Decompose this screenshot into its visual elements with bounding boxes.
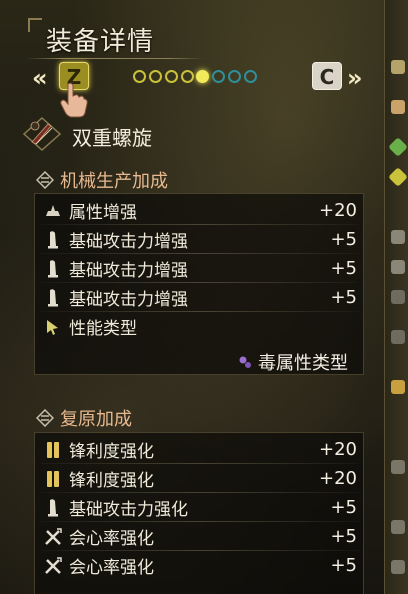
attack-icon <box>48 230 58 248</box>
bonus-row[interactable]: 基础攻击力增强 +5 <box>35 254 365 283</box>
attack-icon <box>48 288 58 306</box>
page-dot-active[interactable] <box>196 70 209 83</box>
bonus-row[interactable]: 会心率强化 +5 <box>35 522 365 551</box>
bonus-row[interactable]: 基础攻击力增强 +5 <box>35 283 365 312</box>
strip-icon <box>391 230 405 244</box>
page-dot[interactable] <box>228 70 241 83</box>
strip-icon <box>388 137 408 157</box>
page-dot[interactable] <box>165 70 178 83</box>
page-dot[interactable] <box>244 70 257 83</box>
frame-corner <box>28 18 42 32</box>
next-chevron-icon[interactable]: » <box>347 64 363 92</box>
page-dot[interactable] <box>181 70 194 83</box>
bonus-value: +5 <box>330 258 357 279</box>
performance-value-text: 毒属性类型 <box>258 353 348 374</box>
weapon-name: 双重螺旋 <box>72 126 152 150</box>
bonus-label: 基础攻击力强化 <box>69 500 188 520</box>
performance-type-value: 毒属性类型 <box>238 349 348 375</box>
bonus-label: 属性增强 <box>69 203 137 223</box>
page-dot[interactable] <box>149 70 162 83</box>
bonus-value: +20 <box>319 468 357 489</box>
gear-badge-icon <box>36 409 54 427</box>
section-title: 复原加成 <box>60 409 132 430</box>
side-panel-strip <box>384 0 408 594</box>
page-dot[interactable] <box>133 70 146 83</box>
bonus-label: 锋利度强化 <box>69 471 154 491</box>
bonus-value: +20 <box>319 439 357 460</box>
bonus-label: 会心率强化 <box>69 529 154 549</box>
affinity-icon <box>45 527 62 545</box>
strip-icon <box>391 560 405 574</box>
attack-icon <box>48 498 58 516</box>
strip-icon <box>391 330 405 344</box>
bonus-value: +5 <box>330 287 357 308</box>
strip-icon <box>391 100 405 114</box>
bonus-label: 会心率强化 <box>69 558 154 578</box>
bonus-label: 基础攻击力增强 <box>69 290 188 310</box>
bonus-label: 基础攻击力增强 <box>69 232 188 252</box>
bonus-label: 基础攻击力增强 <box>69 261 188 281</box>
page-title: 装备详情 <box>46 27 155 57</box>
machine-bonus-header: 机械生产加成 <box>36 167 168 193</box>
prev-chevron-icon[interactable]: « <box>32 64 48 92</box>
machine-bonus-list: 属性增强 +20 基础攻击力增强 +5 基础攻击力增强 +5 基础攻击力增强 +… <box>34 193 364 375</box>
strip-icon <box>391 290 405 304</box>
strip-icon <box>388 167 408 187</box>
gear-badge-icon <box>36 171 54 189</box>
strip-icon <box>391 520 405 534</box>
next-page-button[interactable]: C <box>312 62 342 90</box>
page-dot[interactable] <box>212 70 225 83</box>
dual-blades-icon <box>22 116 62 152</box>
bonus-row[interactable]: 属性增强 +20 <box>35 196 365 225</box>
bonus-row[interactable]: 基础攻击力强化 +5 <box>35 493 365 522</box>
bonus-row[interactable]: 锋利度强化 +20 <box>35 435 365 464</box>
hand-cursor-icon <box>60 82 88 118</box>
affinity-icon <box>45 556 62 574</box>
sharpness-icon <box>47 470 59 487</box>
title-divider <box>26 58 204 59</box>
bonus-value: +5 <box>330 526 357 547</box>
performance-type-label: 性能类型 <box>69 319 137 339</box>
strip-icon <box>391 60 405 74</box>
bonus-label: 锋利度强化 <box>69 442 154 462</box>
restore-bonus-list: 锋利度强化 +20 锋利度强化 +20 基础攻击力强化 +5 会心率强化 +5 … <box>34 432 364 594</box>
performance-type-row[interactable]: 性能类型 <box>35 312 365 341</box>
bonus-value: +20 <box>319 200 357 221</box>
poison-icon <box>239 356 251 368</box>
restore-bonus-header: 复原加成 <box>36 405 132 431</box>
bonus-row[interactable]: 锋利度强化 +20 <box>35 464 365 493</box>
section-title: 机械生产加成 <box>60 171 168 192</box>
equipment-detail-panel: 装备详情 « Z C » 双重螺旋 机械生产加成 属性增强 +20 基础攻击力增… <box>0 0 384 594</box>
performance-icon <box>47 319 58 335</box>
strip-icon <box>391 260 405 274</box>
sharpness-icon <box>47 441 59 458</box>
bonus-value: +5 <box>330 229 357 250</box>
bonus-row[interactable]: 会心率强化 +5 <box>35 551 365 580</box>
element-icon <box>46 204 60 216</box>
attack-icon <box>48 259 58 277</box>
bonus-row[interactable]: 基础攻击力增强 +5 <box>35 225 365 254</box>
strip-icon <box>391 460 405 474</box>
strip-icon <box>391 380 405 394</box>
bonus-value: +5 <box>330 497 357 518</box>
bonus-value: +5 <box>330 555 357 576</box>
